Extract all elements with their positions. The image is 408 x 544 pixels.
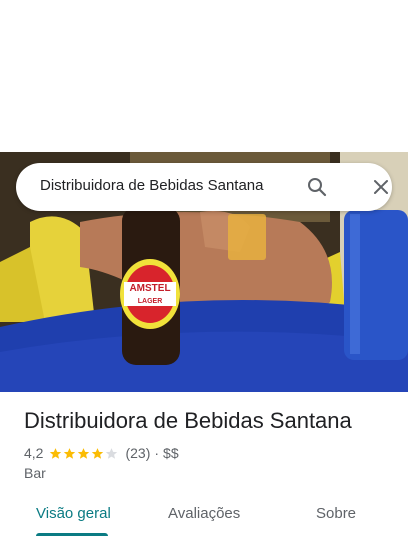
rating-row[interactable]: 4,2 (23) · $$ [24,444,179,462]
star-icon [92,447,104,459]
bottle-label-brand: AMSTEL [129,283,170,294]
rating-stars [49,447,119,460]
rating-value: 4,2 [24,445,44,461]
review-count[interactable]: (23) [125,445,150,461]
tab-overview[interactable]: Visão geral [36,505,111,522]
star-icon [106,447,118,459]
tab-about[interactable]: Sobre [316,505,356,522]
price-level: $$ [163,445,179,461]
tab-active-indicator [36,533,108,536]
place-category[interactable]: Bar [24,465,46,481]
place-title: Distribuidora de Bebidas Santana [24,408,352,433]
tab-reviews[interactable]: Avaliações [168,505,240,522]
search-icon[interactable] [305,175,329,199]
search-bar[interactable]: Distribuidora de Bebidas Santana [16,163,392,211]
search-query-text[interactable]: Distribuidora de Bebidas Santana [40,177,263,194]
bottle-label-sub: LAGER [138,298,163,305]
top-blank-area [0,0,408,152]
separator-dot: · [154,445,160,461]
star-icon [50,447,62,459]
star-icon [64,447,76,459]
close-icon[interactable] [369,175,393,199]
star-icon [78,447,90,459]
tab-bar: Visão geral Avaliações Sobre [0,500,408,540]
